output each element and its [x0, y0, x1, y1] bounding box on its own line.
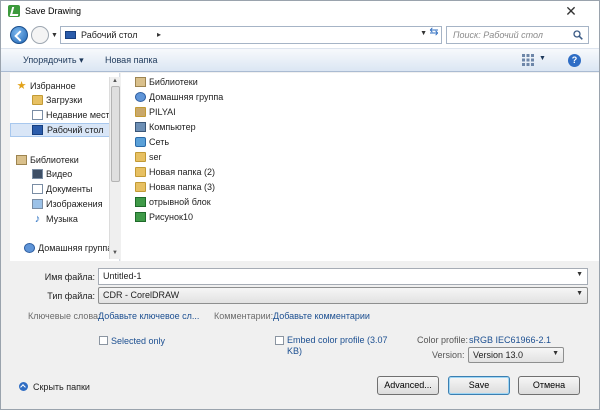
user-folder-icon [135, 107, 146, 117]
color-profile-label: Color profile: [417, 335, 469, 345]
address-bar[interactable]: Рабочий стол ▸ ▼ [60, 26, 442, 44]
window-title: Save Drawing [25, 6, 82, 16]
filetype-select[interactable]: CDR - CorelDRAW ▼ [98, 287, 588, 304]
keywords-link[interactable]: Добавьте ключевое сл... [98, 311, 199, 321]
command-toolbar: Упорядочить ▾ Новая папка ▼ ? [1, 48, 599, 72]
navigation-pane: ★ Избранное Загрузки Недавние места Рабо… [10, 73, 120, 261]
save-drawing-dialog: Save Drawing ✕ ▼ Рабочий стол ▸ ▼ ⇆ Поис… [0, 0, 600, 410]
address-row: ▼ Рабочий стол ▸ ▼ ⇆ Поиск: Рабочий стол [1, 22, 599, 48]
folder-icon [135, 152, 146, 162]
library-icon [16, 155, 27, 165]
recent-pages-dropdown-icon[interactable]: ▼ [51, 32, 58, 39]
star-icon: ★ [16, 80, 27, 92]
filetype-dropdown-icon[interactable]: ▼ [576, 290, 583, 297]
search-icon[interactable] [573, 30, 583, 40]
hide-folders-label[interactable]: Скрыть папки [33, 382, 90, 392]
filename-label: Имя файла: [44, 272, 95, 282]
scroll-up-icon[interactable]: ▲ [112, 78, 118, 84]
address-dropdown-icon[interactable]: ▼ [420, 30, 427, 37]
version-dropdown-icon[interactable]: ▼ [552, 350, 559, 357]
version-select[interactable]: Version 13.0 ▼ [468, 347, 564, 363]
filetype-value: CDR - CorelDRAW [103, 290, 180, 300]
help-icon[interactable]: ? [568, 54, 581, 67]
computer-icon [135, 122, 146, 132]
version-label: Version: [432, 350, 465, 360]
back-button[interactable] [10, 26, 28, 44]
scrollbar-thumb[interactable] [111, 86, 120, 182]
comments-label: Комментарии: [214, 311, 274, 321]
filename-value[interactable]: Untitled-1 [103, 271, 142, 281]
file-list: Библиотеки Домашняя группа PILYAI Компью… [121, 73, 599, 261]
selected-only-label[interactable]: Selected only [111, 336, 165, 346]
recent-places-icon [32, 110, 43, 120]
scroll-down-icon[interactable]: ▼ [112, 250, 118, 256]
downloads-folder-icon [32, 95, 43, 105]
library-icon [135, 77, 146, 87]
nav-pane-scrollbar[interactable]: ▲ ▼ [109, 77, 120, 259]
save-button[interactable]: Save [448, 376, 510, 395]
embed-color-profile-label[interactable]: Embed color profile (3.07 [287, 335, 388, 345]
version-value: Version 13.0 [473, 350, 524, 360]
filetype-label: Тип файла: [47, 291, 95, 301]
address-path[interactable]: Рабочий стол [81, 30, 138, 40]
desktop-icon [65, 31, 76, 39]
embed-color-profile-label-line2[interactable]: KB) [287, 346, 302, 356]
cdr-file-icon [135, 212, 146, 222]
homegroup-icon [135, 92, 146, 102]
view-options-dropdown-icon[interactable]: ▼ [539, 55, 546, 62]
close-button[interactable]: ✕ [551, 2, 591, 20]
forward-button[interactable] [31, 26, 49, 44]
music-icon: ♪ [34, 213, 41, 225]
collapse-up-icon [19, 382, 28, 391]
search-input[interactable]: Поиск: Рабочий стол [446, 26, 589, 44]
desktop-icon [32, 125, 43, 135]
keywords-label: Ключевые слова: [28, 311, 101, 321]
title-bar: Save Drawing ✕ [1, 1, 599, 22]
nav-item-desktop[interactable]: Рабочий стол [10, 123, 114, 137]
change-view-icon[interactable] [522, 54, 534, 66]
breadcrumb-chevron-icon[interactable]: ▸ [157, 30, 161, 39]
folder-icon [135, 167, 146, 177]
cdr-file-icon [135, 197, 146, 207]
coreldraw-app-icon [8, 5, 20, 17]
video-icon [32, 169, 43, 179]
network-icon [135, 137, 146, 147]
filename-dropdown-icon[interactable]: ▼ [576, 271, 583, 278]
advanced-button[interactable]: Advanced... [377, 376, 439, 395]
comments-link[interactable]: Добавьте комментарии [273, 311, 370, 321]
selected-only-checkbox[interactable] [99, 336, 108, 345]
embed-color-profile-checkbox[interactable] [275, 336, 284, 345]
images-icon [32, 199, 43, 209]
cancel-button[interactable]: Отмена [518, 376, 580, 395]
refresh-icon[interactable]: ⇆ [427, 25, 441, 39]
filename-field[interactable]: Untitled-1 ▼ [98, 268, 588, 285]
new-folder-button[interactable]: Новая папка [105, 55, 157, 65]
documents-icon [32, 184, 43, 194]
search-placeholder: Поиск: Рабочий стол [453, 30, 543, 40]
folder-icon [135, 182, 146, 192]
organize-button[interactable]: Упорядочить ▾ [23, 55, 84, 66]
color-profile-value[interactable]: sRGB IEC61966-2.1 [469, 335, 551, 345]
close-icon: ✕ [565, 3, 577, 19]
homegroup-icon [24, 243, 35, 253]
